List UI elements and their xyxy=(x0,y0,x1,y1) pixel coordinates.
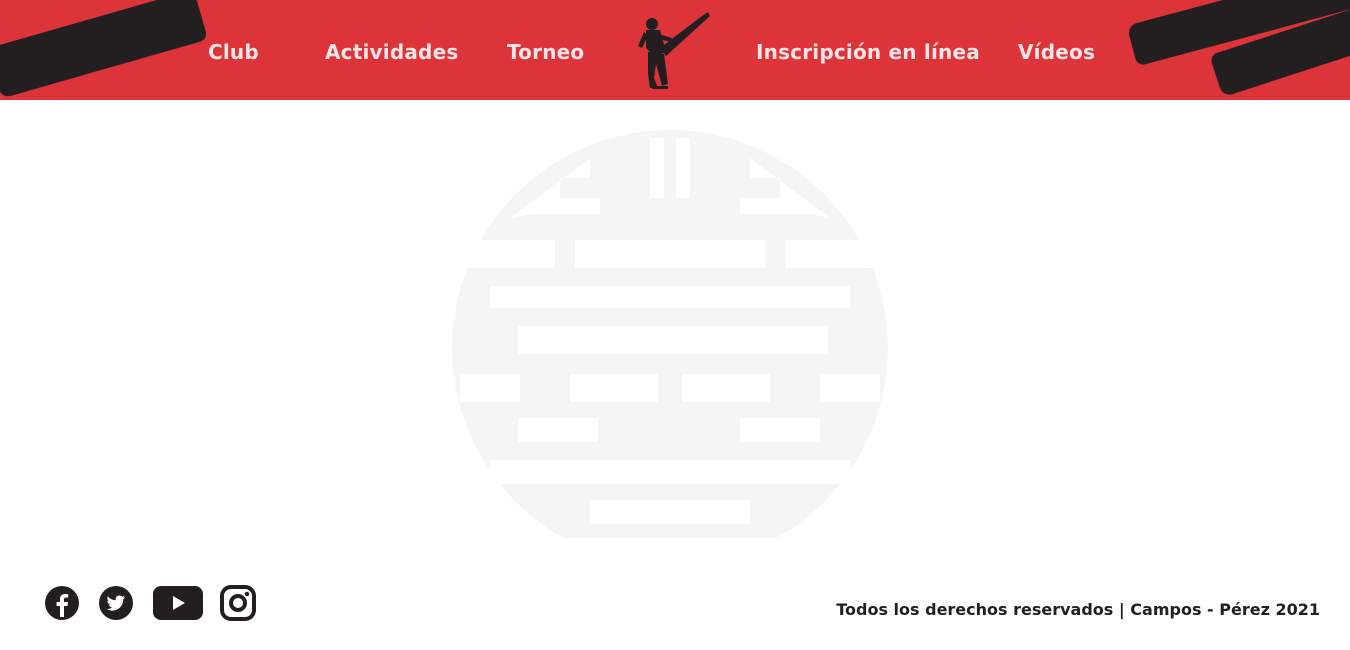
karate-kick-silhouette-icon[interactable] xyxy=(632,8,716,94)
youtube-icon[interactable] xyxy=(152,584,204,622)
page: Club Actividades Torneo Inscripción en l… xyxy=(0,0,1350,650)
nav-link-actividades[interactable]: Actividades xyxy=(325,40,458,64)
instagram-icon[interactable] xyxy=(220,584,256,622)
twitter-icon[interactable] xyxy=(98,584,134,622)
copyright-text: Todos los derechos reservados | Campos -… xyxy=(836,600,1320,619)
nav-link-club[interactable]: Club xyxy=(208,40,259,64)
nav-link-inscripcion[interactable]: Inscripción en línea xyxy=(756,40,980,64)
facebook-icon[interactable] xyxy=(44,584,80,622)
site-header: Club Actividades Torneo Inscripción en l… xyxy=(0,0,1350,100)
nav-link-torneo[interactable]: Torneo xyxy=(507,40,584,64)
longevity-symbol-watermark xyxy=(452,130,888,566)
nav-link-videos[interactable]: Vídeos xyxy=(1018,40,1095,64)
